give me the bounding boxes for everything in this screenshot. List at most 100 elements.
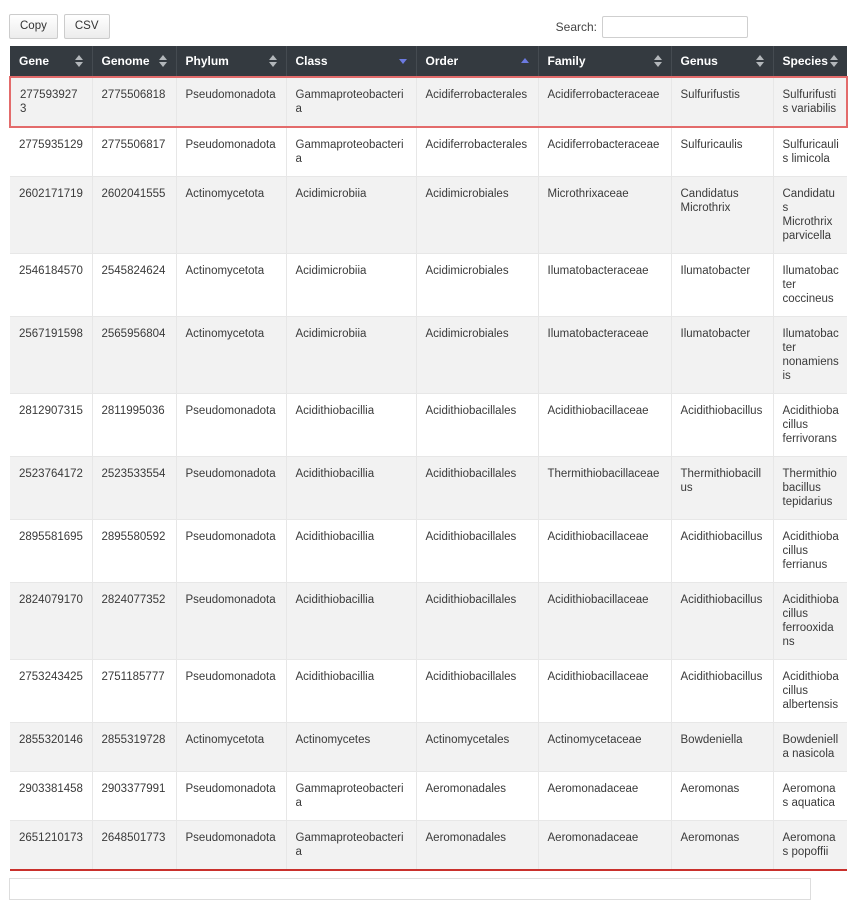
column-header-label: Genome xyxy=(101,54,150,68)
table-row[interactable]: 2567191598 2565956804 Actinomycetota Acidim… xyxy=(10,316,847,394)
cell-family: Acidiferrobacteraceae xyxy=(538,127,672,177)
table-row[interactable]: 2546184570 2545824624 Actinomycetota Acidim… xyxy=(10,253,847,317)
cell-genome: 2602041555 xyxy=(92,176,177,254)
cell-genus: Aeromonas xyxy=(671,771,774,821)
sort-down-arrow-icon xyxy=(158,62,167,67)
cell-gene: 2602171719 xyxy=(10,176,93,254)
sort-down-arrow-icon xyxy=(268,62,277,67)
cell-family: Acidithiobacillaceae xyxy=(538,519,672,583)
table-row[interactable]: 2651210173 2648501773 Pseudomonadota Gammap… xyxy=(10,820,847,871)
cell-genome: 2751185777 xyxy=(92,659,177,723)
cell-phylum: Pseudomonadota xyxy=(176,582,287,660)
sort-up-arrow-icon xyxy=(830,55,838,60)
cell-gene: 2546184570 xyxy=(10,253,93,317)
cell-phylum: Pseudomonadota xyxy=(176,820,287,871)
cell-phylum: Actinomycetota xyxy=(176,316,287,394)
cell-species: Acidithiobacillus ferrivorans xyxy=(773,393,847,457)
column-header-gene[interactable]: Gene xyxy=(10,46,93,77)
cell-genus: Acidithiobacillus xyxy=(671,519,774,583)
sort-down-arrow-icon xyxy=(755,62,764,67)
cell-genus: Sulfurifustis xyxy=(671,76,774,128)
search-input[interactable] xyxy=(602,16,748,38)
table-row[interactable]: 2753243425 2751185777 Pseudomonadota Acidit… xyxy=(10,659,847,723)
csv-button[interactable]: CSV xyxy=(63,14,110,39)
cell-class: Gammaproteobacteria xyxy=(286,76,417,128)
cell-genome: 2903377991 xyxy=(92,771,177,821)
sort-ascending-icon[interactable] xyxy=(520,54,530,68)
sort-up-arrow-icon xyxy=(74,55,83,60)
sort-both-icon[interactable] xyxy=(653,54,663,68)
cell-phylum: Pseudomonadota xyxy=(176,519,287,583)
cell-genus: Bowdeniella xyxy=(671,722,774,772)
column-header-phylum[interactable]: Phylum xyxy=(176,46,287,77)
cell-family: Acidithiobacillaceae xyxy=(538,659,672,723)
cell-genome: 2824077352 xyxy=(92,582,177,660)
sort-up-arrow-icon xyxy=(653,55,662,60)
cell-class: Acidimicrobiia xyxy=(286,316,417,394)
cell-family: Ilumatobacteraceae xyxy=(538,253,672,317)
cell-family: Acidiferrobacteraceae xyxy=(538,76,672,128)
cell-gene: 2824079170 xyxy=(10,582,93,660)
sort-both-icon[interactable] xyxy=(755,54,765,68)
table-row[interactable]: 2775939273 2775506818 Pseudomonadota Gammap… xyxy=(9,76,848,128)
column-header-label: Class xyxy=(295,54,328,68)
cell-genus: Acidithiobacillus xyxy=(671,393,774,457)
cell-class: Gammaproteobacteria xyxy=(286,820,417,871)
table-row[interactable]: 2824079170 2824077352 Pseudomonadota Acidit… xyxy=(10,582,847,660)
cell-genus: Ilumatobacter xyxy=(671,316,774,394)
cell-species: Sulfurifustis variabilis xyxy=(773,76,848,128)
cell-order: Acidithiobacillales xyxy=(416,456,539,520)
cell-phylum: Pseudomonadota xyxy=(176,456,287,520)
table-row[interactable]: 2602171719 2602041555 Actinomycetota Acidim… xyxy=(10,176,847,254)
table-container: Gene Genome Phylum Class Order Family Genus Spe… xyxy=(0,46,856,871)
cell-phylum: Actinomycetota xyxy=(176,722,287,772)
cell-genus: Acidithiobacillus xyxy=(671,659,774,723)
cell-class: Acidithiobacillia xyxy=(286,659,417,723)
column-header-label: Genus xyxy=(680,54,718,68)
column-header-class[interactable]: Class xyxy=(286,46,417,77)
sort-descending-icon[interactable] xyxy=(398,54,408,68)
sort-both-icon[interactable] xyxy=(830,54,839,68)
cell-order: Aeromonadales xyxy=(416,771,539,821)
cell-order: Acidimicrobiales xyxy=(416,176,539,254)
cell-species: Ilumatobacter coccineus xyxy=(773,253,847,317)
sort-both-icon[interactable] xyxy=(158,54,168,68)
table-row[interactable]: 2523764172 2523533554 Pseudomonadota Acidit… xyxy=(10,456,847,520)
sort-both-icon[interactable] xyxy=(74,54,84,68)
sort-up-arrow-icon xyxy=(268,55,277,60)
cell-class: Acidithiobacillia xyxy=(286,393,417,457)
table-row[interactable]: 2903381458 2903377991 Pseudomonadota Gammap… xyxy=(10,771,847,821)
table-toolbar: Copy CSV Search: xyxy=(0,0,856,46)
table-info-footer xyxy=(9,878,811,900)
table-row[interactable]: 2895581695 2895580592 Pseudomonadota Acidit… xyxy=(10,519,847,583)
cell-order: Acidiferrobacterales xyxy=(416,127,539,177)
copy-button[interactable]: Copy xyxy=(9,14,58,39)
cell-order: Acidithiobacillales xyxy=(416,659,539,723)
cell-species: Sulfuricaulis limicola xyxy=(773,127,847,177)
table-header-row: Gene Genome Phylum Class Order Family Genus Spe… xyxy=(10,46,847,77)
column-header-genome[interactable]: Genome xyxy=(92,46,177,77)
cell-phylum: Actinomycetota xyxy=(176,253,287,317)
cell-genome: 2545824624 xyxy=(92,253,177,317)
sort-both-icon[interactable] xyxy=(268,54,278,68)
cell-genome: 2565956804 xyxy=(92,316,177,394)
column-header-order[interactable]: Order xyxy=(416,46,539,77)
cell-species: Candidatus Microthrix parvicella xyxy=(773,176,847,254)
cell-species: Acidithiobacillus ferrooxidans xyxy=(773,582,847,660)
column-header-family[interactable]: Family xyxy=(538,46,672,77)
table-row[interactable]: 2812907315 2811995036 Pseudomonadota Acidit… xyxy=(10,393,847,457)
cell-class: Acidithiobacillia xyxy=(286,582,417,660)
column-header-genus[interactable]: Genus xyxy=(671,46,774,77)
cell-gene: 2855320146 xyxy=(10,722,93,772)
cell-genus: Aeromonas xyxy=(671,820,774,871)
cell-family: Thermithiobacillaceae xyxy=(538,456,672,520)
table-row[interactable]: 2775935129 2775506817 Pseudomonadota Gammap… xyxy=(10,127,847,177)
cell-genome: 2523533554 xyxy=(92,456,177,520)
column-header-species[interactable]: Species xyxy=(773,46,847,77)
cell-family: Actinomycetaceae xyxy=(538,722,672,772)
cell-order: Acidithiobacillales xyxy=(416,582,539,660)
table-row[interactable]: 2855320146 2855319728 Actinomycetota Actino… xyxy=(10,722,847,772)
cell-gene: 2651210173 xyxy=(10,820,93,871)
cell-phylum: Actinomycetota xyxy=(176,176,287,254)
cell-species: Thermithiobacillus tepidarius xyxy=(773,456,847,520)
